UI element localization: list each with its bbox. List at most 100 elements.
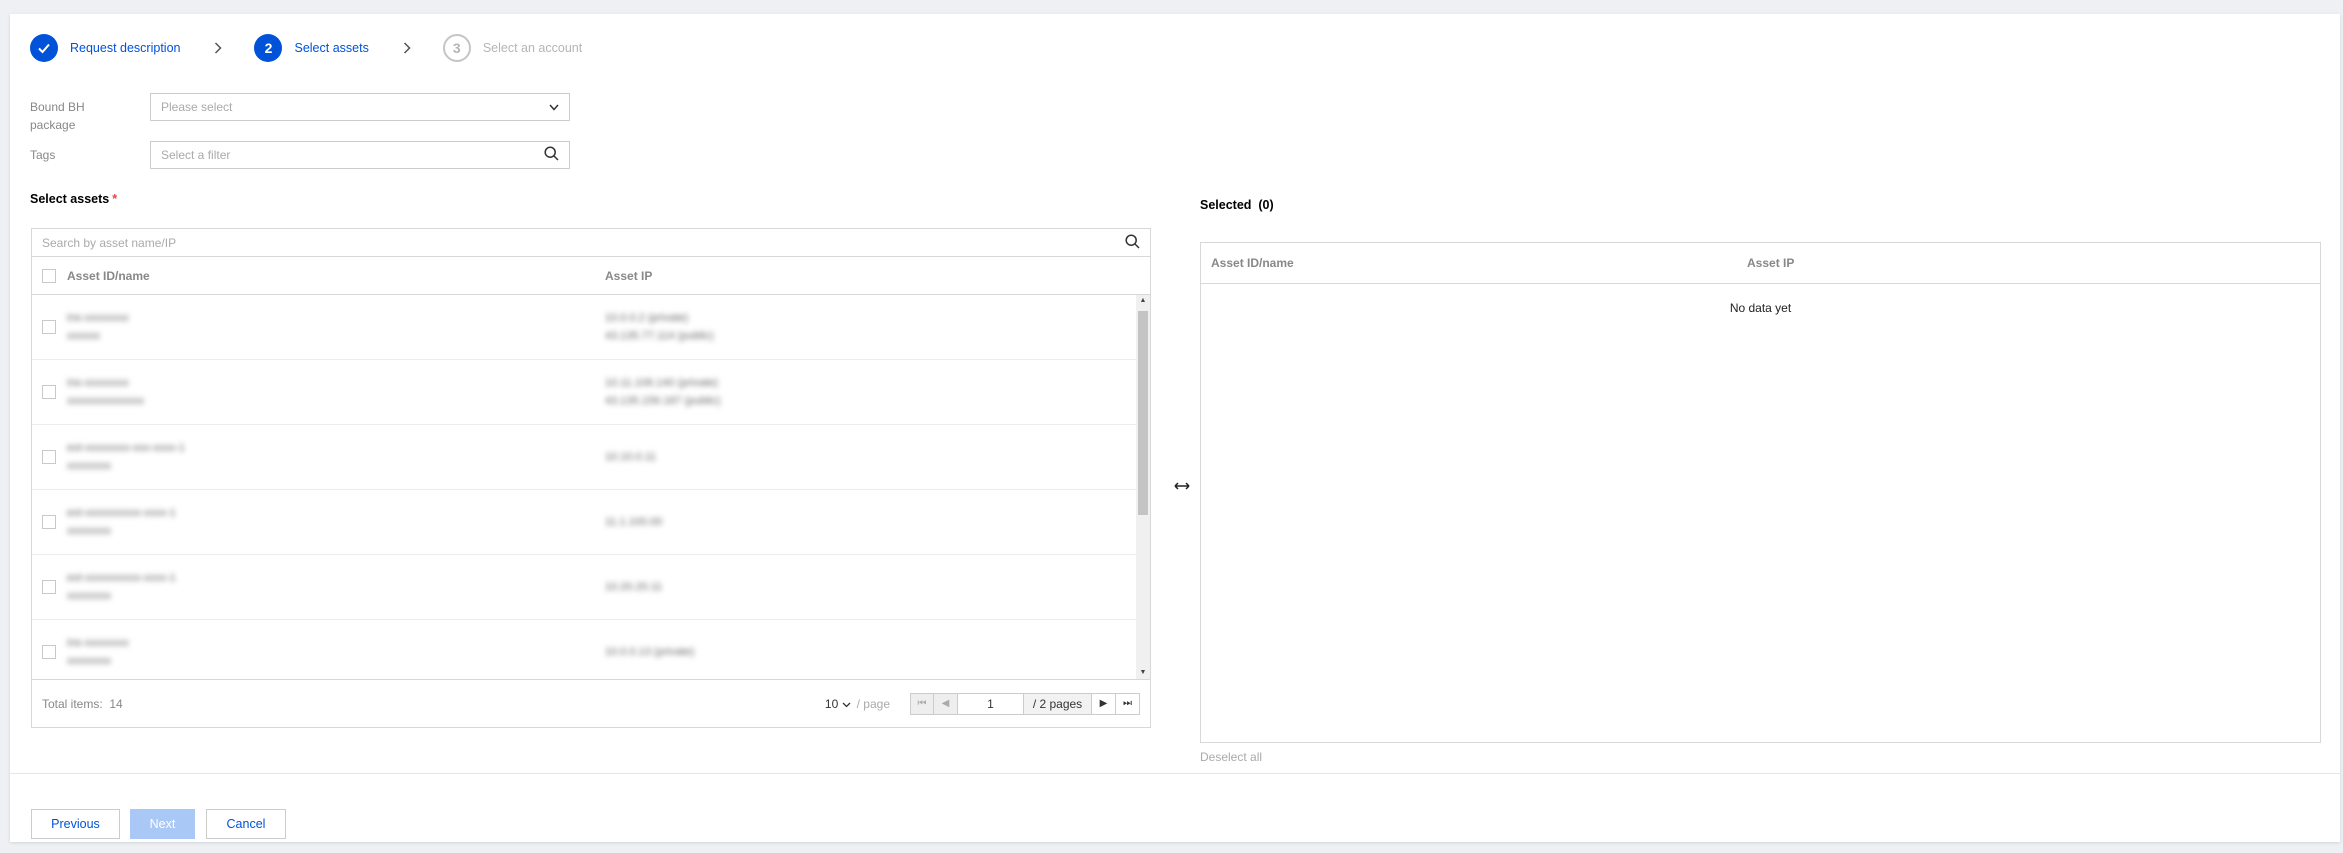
asset-ip: 10.10.0.11 [605, 451, 657, 463]
asset-rows: ins-xxxxxxxx xxxxxx 10.0.0.2 (private) 43.… [32, 295, 1136, 679]
ip-cell: 10.0.0.2 (private) 43.135.77.114 (public) [605, 309, 1136, 345]
step-done-check-icon [30, 34, 58, 62]
asset-id: ins-xxxxxxxx [67, 312, 129, 324]
chevron-down-icon [549, 100, 559, 114]
step-label: Select an account [482, 41, 583, 55]
step-select-assets[interactable]: 2 Select assets [254, 34, 369, 62]
asset-id: ins-xxxxxxxx [67, 637, 129, 649]
page-size-select[interactable]: 10 [825, 697, 851, 711]
asset-ip: 10.20.20.11 [605, 581, 663, 593]
column-asset-name: Asset ID/name [1211, 256, 1294, 270]
row-checkbox[interactable] [42, 450, 56, 464]
step-number: 2 [254, 34, 283, 62]
table-row[interactable]: ins-xxxxxxxx xxxxxxxx 10.0.0.13 (private) [32, 620, 1136, 679]
asset-ip-private: 10.11.106.140 (private) [605, 377, 718, 389]
asset-cell: ins-xxxxxxxx xxxxxxxxxxxxxx [67, 374, 605, 410]
asset-ip-private: 10.0.0.2 (private) [605, 312, 689, 324]
asset-ip: 11.1.100.00 [605, 516, 663, 528]
search-icon[interactable] [1125, 233, 1140, 252]
asset-name: xxxxxxxx [67, 590, 111, 602]
asset-name: xxxxxxxx [67, 655, 111, 667]
bound-package-label-line2: package [30, 118, 76, 132]
table-row[interactable]: ext-xxxxxxxx-xxx-xxxx-1 xxxxxxxx 10.10.0.… [32, 425, 1136, 490]
page-number-input[interactable]: 1 [958, 692, 1024, 715]
selected-assets-list: Asset ID/name Asset IP No data yet [1200, 242, 2321, 743]
row-checkbox[interactable] [42, 580, 56, 594]
page-size-value: 10 [824, 696, 839, 711]
chevron-down-icon [842, 697, 851, 711]
empty-state-text: No data yet [1729, 301, 1792, 315]
prev-page-icon[interactable]: ◀ [934, 692, 958, 715]
asset-ip: 10.0.0.13 (private) [605, 646, 695, 658]
select-all-checkbox[interactable] [42, 268, 56, 283]
asset-source-list: Search by asset name/IP Asset ID/name As… [31, 228, 1151, 728]
asset-name: xxxxxxxx [67, 525, 111, 537]
scroll-thumb[interactable] [1138, 311, 1148, 515]
deselect-all-link[interactable]: Deselect all [1200, 750, 1262, 764]
tags-placeholder: Select a filter [161, 148, 231, 162]
ip-cell: 10.20.20.11 [605, 578, 1136, 596]
ip-cell: 10.0.0.13 (private) [605, 643, 1136, 661]
select-assets-title: Select assets * [30, 192, 117, 206]
selected-count: (0) [1258, 198, 1274, 212]
asset-cell: ext-xxxxxxxxxx-xxxx-1 xxxxxxxx [67, 504, 605, 540]
chevron-right-icon [214, 42, 223, 54]
selected-title: Selected (0) [1200, 198, 1274, 212]
row-checkbox[interactable] [42, 515, 56, 529]
asset-search-placeholder: Search by asset name/IP [42, 235, 177, 250]
first-page-icon[interactable]: ⏮ [910, 692, 934, 715]
asset-cell: ext-xxxxxxxxxx-xxxx-1 xxxxxxxx [67, 569, 605, 605]
asset-cell: ins-xxxxxxxx xxxxxx [67, 309, 605, 345]
row-checkbox[interactable] [42, 385, 56, 399]
asset-ip-public: 43.135.77.114 (public) [605, 330, 714, 342]
next-button[interactable]: Next [130, 809, 195, 839]
table-row[interactable]: ins-xxxxxxxx xxxxxxxxxxxxxx 10.11.106.140… [32, 360, 1136, 425]
step-label: Select assets [294, 41, 369, 55]
request-panel: Request description 2 Select assets 3 Se… [10, 14, 2340, 842]
select-assets-title-text: Select assets [30, 192, 110, 206]
chevron-right-icon [403, 42, 411, 54]
asset-name: xxxxxxxx [67, 460, 111, 472]
scroll-down-arrow-icon[interactable]: ▼ [1136, 667, 1150, 679]
step-request-description[interactable]: Request description [30, 34, 180, 62]
table-row[interactable]: ext-xxxxxxxxxx-xxxx-1 xxxxxxxx 10.20.20.1… [32, 555, 1136, 620]
search-icon[interactable] [544, 146, 559, 164]
ip-cell: 10.10.0.11 [605, 448, 1136, 466]
previous-button[interactable]: Previous [31, 809, 120, 839]
table-row[interactable]: ext-xxxxxxxxxx-xxxx-1 xxxxxxxx 11.1.100.0… [32, 490, 1136, 555]
row-checkbox[interactable] [42, 320, 56, 334]
next-page-icon[interactable]: ▶ [1092, 692, 1116, 715]
pagination: Total items: 14 10 / page ⏮ ◀ 1 / 2 page… [32, 679, 1150, 727]
total-pages: / 2 pages [1024, 692, 1092, 715]
asset-ip-public: 43.135.159.187 (public) [605, 395, 721, 407]
bound-package-label: Bound BH package [30, 98, 85, 134]
step-label: Request description [70, 41, 181, 55]
asset-search-input[interactable]: Search by asset name/IP [32, 229, 1150, 257]
asset-name: xxxxxxxxxxxxxx [67, 395, 144, 407]
asset-id: ext-xxxxxxxxxx-xxxx-1 [67, 507, 176, 519]
page-unit: / page [856, 696, 890, 711]
table-row[interactable]: ins-xxxxxxxx xxxxxx 10.0.0.2 (private) 43.… [32, 295, 1136, 360]
ip-cell: 10.11.106.140 (private) 43.135.159.187 (p… [605, 374, 1136, 410]
transfer-arrows-icon [1174, 478, 1190, 496]
bound-package-placeholder: Please select [161, 100, 233, 114]
row-checkbox[interactable] [42, 645, 56, 659]
required-mark: * [112, 192, 118, 206]
cancel-button[interactable]: Cancel [206, 809, 286, 839]
vertical-scrollbar[interactable]: ▲ ▼ [1136, 295, 1150, 679]
tags-label: Tags [30, 148, 56, 162]
column-asset-name: Asset ID/name [67, 268, 150, 283]
asset-id: ext-xxxxxxxxxx-xxxx-1 [67, 572, 176, 584]
total-items-value: 14 [109, 696, 123, 711]
footer-divider [10, 773, 2340, 774]
selected-table-header: Asset ID/name Asset IP [1201, 243, 2320, 284]
scroll-up-arrow-icon[interactable]: ▲ [1136, 295, 1150, 307]
bound-package-select[interactable]: Please select [150, 93, 570, 121]
last-page-icon[interactable]: ⏭ [1116, 692, 1140, 715]
tags-filter-input[interactable]: Select a filter [150, 141, 570, 169]
column-asset-ip: Asset IP [1747, 256, 1795, 270]
step-select-account[interactable]: 3 Select an account [442, 34, 583, 62]
column-asset-ip: Asset IP [605, 268, 653, 283]
asset-table-header: Asset ID/name Asset IP [32, 257, 1150, 295]
asset-id: ext-xxxxxxxx-xxx-xxxx-1 [67, 442, 185, 454]
